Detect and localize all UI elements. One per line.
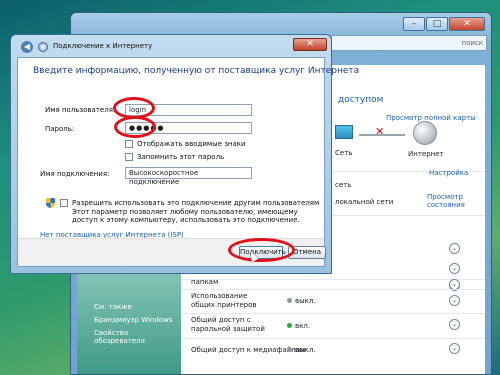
status-text: вкл.	[295, 322, 311, 330]
minimize-button[interactable]: –	[403, 17, 425, 31]
net-label: Сеть	[335, 149, 353, 157]
internet-options-link[interactable]: Свойства обозревателя	[94, 329, 181, 345]
full-map-link[interactable]: Просмотр полной карты	[386, 114, 476, 122]
settings-link[interactable]: Настройка	[429, 169, 468, 177]
allow-others-checkbox[interactable]	[60, 199, 68, 207]
remember-password-checkbox[interactable]	[125, 153, 133, 161]
local-network-label: локальной сети	[335, 198, 394, 206]
remember-password-label: Запомнить этот пароль	[137, 153, 225, 161]
dialog-title-bar: ◀ Подключение к Интернету ✕	[11, 35, 331, 57]
divider	[181, 313, 485, 314]
disconnected-x-icon: ✕	[375, 125, 385, 138]
chevron-down-icon[interactable]: ⌄	[449, 319, 460, 330]
search-box-hint: поиск	[461, 39, 484, 47]
dialog-close-button[interactable]: ✕	[293, 38, 327, 51]
highlight-oval	[114, 116, 156, 138]
status-text: выкл.	[295, 297, 316, 305]
password-label: Пароль:	[45, 125, 75, 133]
sharing-row-label: папкам	[191, 278, 219, 286]
window-controls: – □ ✕	[403, 17, 485, 31]
show-chars-label: Отображать вводимые знаки	[137, 140, 246, 148]
allow-others-label: Разрешить использовать это подключение д…	[72, 199, 320, 207]
connection-name-input[interactable]: Высокоскоростное подключение	[125, 167, 252, 186]
connect-to-internet-dialog: ◀ Подключение к Интернету ✕ Введите инфо…	[10, 34, 359, 274]
highlight-oval	[228, 238, 295, 262]
maximize-button[interactable]: □	[426, 17, 448, 31]
username-label: Имя пользователя:	[45, 106, 116, 114]
internet-globe-icon	[413, 121, 437, 145]
page-title-fragment: доступом	[338, 95, 384, 105]
sharing-row-status: вкл.	[287, 322, 310, 330]
chevron-down-icon[interactable]: ⌄	[449, 343, 460, 354]
network-icon	[38, 42, 48, 52]
network-section-label: сеть	[335, 181, 352, 189]
chevron-down-icon[interactable]: ⌄	[449, 263, 460, 274]
sharing-row-label: Общий доступ с парольной защитой	[191, 316, 277, 334]
status-off-icon	[287, 347, 292, 352]
close-button[interactable]: ✕	[449, 17, 485, 31]
chevron-down-icon[interactable]: ⌄	[449, 243, 460, 254]
sharing-row-status: выкл.	[287, 297, 316, 305]
status-text: выкл.	[295, 346, 316, 354]
see-also-heading: См. также	[94, 303, 132, 311]
allow-others-description: Этот параметр позволяет любому пользоват…	[72, 208, 300, 224]
view-status-link[interactable]: Просмотр состояния	[427, 193, 467, 209]
status-on-icon	[287, 323, 292, 328]
status-off-icon	[287, 298, 292, 303]
firewall-link[interactable]: Брандмауэр Windows	[94, 316, 172, 324]
connection-name-label: Имя подключения:	[40, 170, 110, 178]
dialog-heading: Введите информацию, полученную от постав…	[33, 66, 360, 76]
sharing-row-status: выкл.	[287, 346, 316, 354]
search-box[interactable]: поиск	[331, 35, 487, 51]
dialog-title: Подключение к Интернету	[53, 42, 153, 50]
sharing-row-label: Использование общих принтеров	[191, 292, 271, 310]
sharing-row-label-text: Использование общих принтеров	[191, 292, 257, 309]
show-chars-checkbox[interactable]	[125, 140, 133, 148]
divider	[181, 279, 485, 280]
divider	[181, 338, 485, 339]
divider	[181, 289, 485, 290]
back-arrow-icon[interactable]: ◀	[21, 41, 33, 53]
chevron-down-icon[interactable]: ⌄	[449, 295, 460, 306]
sharing-row-label-text: Общий доступ с парольной защитой	[191, 316, 265, 333]
dialog-body: Введите информацию, полученную от постав…	[17, 57, 359, 267]
uac-shield-icon	[46, 198, 55, 208]
dialog-footer: Подключить Отмена	[18, 238, 326, 266]
internet-label: Интернет	[408, 150, 444, 158]
computer-icon	[335, 125, 353, 139]
